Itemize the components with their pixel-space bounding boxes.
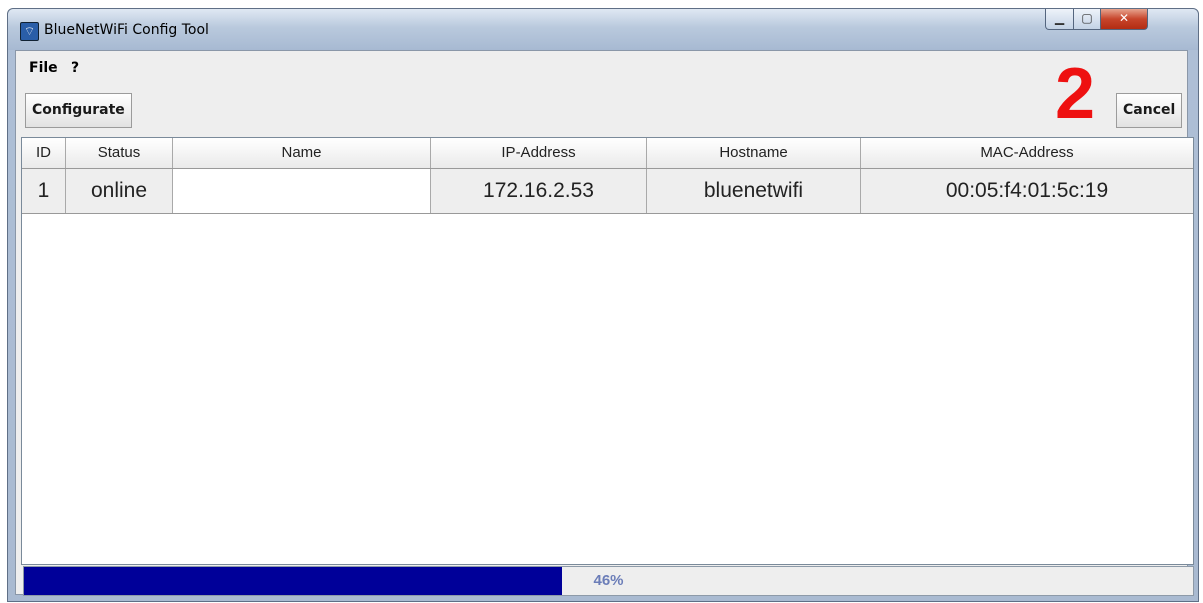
table-header: ID Status Name IP-Address Hostname MAC-A… (22, 138, 1193, 169)
cell-ip-address: 172.16.2.53 (431, 169, 647, 213)
column-header-id[interactable]: ID (22, 138, 66, 168)
column-header-ip[interactable]: IP-Address (431, 138, 647, 168)
cancel-button[interactable]: Cancel (1116, 93, 1183, 128)
progress-bar: 46% (23, 566, 1194, 596)
table-row[interactable]: 1 online 172.16.2.53 bluenetwifi 00:05:f… (22, 169, 1193, 214)
column-header-status[interactable]: Status (66, 138, 173, 168)
step-annotation: 2 (1055, 54, 1096, 134)
minimize-button[interactable]: ▁ (1045, 9, 1074, 30)
cell-name-input[interactable] (173, 169, 431, 213)
close-button[interactable]: ✕ (1100, 9, 1148, 30)
window-title: BlueNetWiFi Config Tool (44, 22, 209, 38)
cell-hostname: bluenetwifi (647, 169, 861, 213)
column-header-hostname[interactable]: Hostname (647, 138, 861, 168)
maximize-button[interactable]: ▢ (1073, 9, 1101, 30)
configurate-button[interactable]: Configurate (25, 93, 132, 128)
menu-bar: File ? (16, 51, 1187, 83)
title-bar[interactable]: ⌔ BlueNetWiFi Config Tool ▁ ▢ ✕ (8, 9, 1198, 50)
wifi-app-icon: ⌔ (20, 22, 39, 41)
cell-status: online (66, 169, 173, 213)
device-table[interactable]: ID Status Name IP-Address Hostname MAC-A… (21, 137, 1194, 565)
column-header-mac[interactable]: MAC-Address (861, 138, 1193, 168)
cell-mac-address: 00:05:f4:01:5c:19 (861, 169, 1193, 213)
column-header-name[interactable]: Name (173, 138, 431, 168)
menu-help[interactable]: ? (71, 60, 79, 76)
menu-file[interactable]: File (29, 60, 58, 76)
progress-label: 46% (593, 572, 624, 589)
cell-id: 1 (22, 169, 66, 213)
